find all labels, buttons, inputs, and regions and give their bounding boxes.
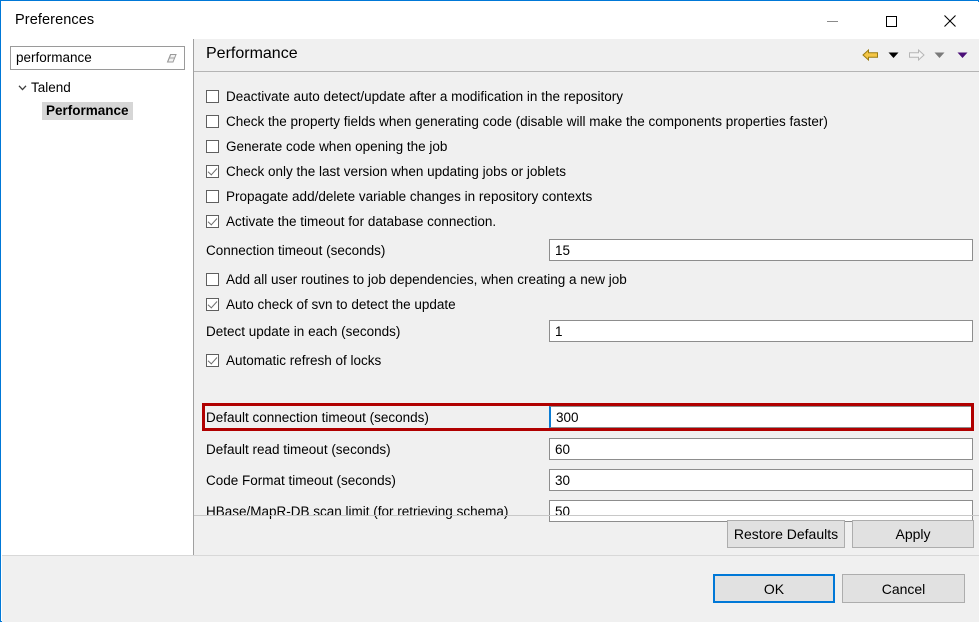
filter-search-box[interactable]: performance <box>10 46 185 70</box>
window-title: Preferences <box>15 12 94 28</box>
tree-item-talend[interactable]: Talend <box>14 77 71 98</box>
checkbox-check-property-fields[interactable] <box>206 115 219 128</box>
checkbox-add-user-routines[interactable] <box>206 273 219 286</box>
options-list: Deactivate auto detect/update after a mo… <box>194 72 979 522</box>
minimize-button[interactable] <box>809 3 855 39</box>
hbase-scan-limit-input[interactable]: 50 <box>549 500 973 522</box>
checkbox-label: Propagate add/delete variable changes in… <box>226 189 592 204</box>
checkbox-row[interactable]: Auto check of svn to detect the update <box>194 293 979 316</box>
field-row-connection-timeout[interactable]: Connection timeout (seconds) 15 <box>194 239 979 262</box>
preference-tree[interactable]: Talend Performance <box>10 77 186 554</box>
field-label: HBase/MapR-DB scan limit (for retrieving… <box>206 504 508 519</box>
forward-dropdown-chevron-down-icon[interactable] <box>929 45 950 65</box>
checkbox-propagate-variable-changes[interactable] <box>206 190 219 203</box>
checkbox-label: Add all user routines to job dependencie… <box>226 272 627 287</box>
close-icon <box>944 15 956 27</box>
tree-item-performance[interactable]: Performance <box>42 100 133 121</box>
checkbox-check-only-last-version[interactable] <box>206 165 219 178</box>
title-bar: Preferences <box>2 2 979 39</box>
eraser-icon[interactable] <box>164 51 179 66</box>
checkbox-label: Automatic refresh of locks <box>226 353 381 368</box>
checkbox-label: Check only the last version when updatin… <box>226 164 566 179</box>
restore-defaults-button[interactable]: Restore Defaults <box>727 520 845 548</box>
content-header: Performance <box>194 39 979 71</box>
field-label: Detect update in each (seconds) <box>206 324 400 339</box>
checkbox-row[interactable]: Generate code when opening the job <box>194 135 979 158</box>
detect-update-interval-input[interactable]: 1 <box>549 320 973 342</box>
checkbox-label: Activate the timeout for database connec… <box>226 214 496 229</box>
preferences-window: Preferences performance <box>0 0 979 622</box>
navigation-toolbar <box>860 45 973 65</box>
back-dropdown-chevron-down-icon[interactable] <box>883 45 904 65</box>
field-row-default-read-timeout[interactable]: Default read timeout (seconds) 60 <box>194 438 979 461</box>
checkbox-row[interactable]: Check the property fields when generatin… <box>194 110 979 133</box>
checkbox-deactivate-auto-detect[interactable] <box>206 90 219 103</box>
close-button[interactable] <box>927 3 973 39</box>
checkbox-row[interactable]: Automatic refresh of locks <box>194 349 979 372</box>
checkbox-label: Deactivate auto detect/update after a mo… <box>226 89 623 104</box>
checkbox-label: Generate code when opening the job <box>226 139 447 154</box>
ok-button[interactable]: OK <box>713 574 835 603</box>
checkbox-row[interactable]: Add all user routines to job dependencie… <box>194 268 979 291</box>
footer-divider <box>2 555 979 556</box>
apply-button[interactable]: Apply <box>852 520 974 548</box>
maximize-icon <box>886 16 897 27</box>
default-connection-timeout-input[interactable]: 300 <box>549 406 973 428</box>
performance-settings-panel: Performance <box>194 39 979 555</box>
checkbox-label: Check the property fields when generatin… <box>226 114 828 129</box>
checkbox-row[interactable]: Check only the last version when updatin… <box>194 160 979 183</box>
tree-item-label: Talend <box>31 80 71 95</box>
content-separator <box>194 515 979 516</box>
checkbox-automatic-refresh-locks[interactable] <box>206 354 219 367</box>
view-menu-chevron-down-icon[interactable] <box>952 45 973 65</box>
checkbox-auto-check-svn[interactable] <box>206 298 219 311</box>
chevron-down-icon[interactable] <box>14 82 31 93</box>
checkbox-label: Auto check of svn to detect the update <box>226 297 456 312</box>
checkbox-row[interactable]: Propagate add/delete variable changes in… <box>194 185 979 208</box>
search-input[interactable]: performance <box>16 50 92 65</box>
forward-arrow-icon <box>906 45 927 65</box>
code-format-timeout-input[interactable]: 30 <box>549 469 973 491</box>
connection-timeout-input[interactable]: 15 <box>549 239 973 261</box>
checkbox-row[interactable]: Deactivate auto detect/update after a mo… <box>194 85 979 108</box>
checkbox-row[interactable]: Activate the timeout for database connec… <box>194 210 979 233</box>
field-label: Default read timeout (seconds) <box>206 442 391 457</box>
field-row-default-connection-timeout[interactable]: Default connection timeout (seconds) 300 <box>194 406 979 429</box>
page-title: Performance <box>206 45 298 63</box>
dialog-footer: OK Cancel <box>2 555 979 622</box>
maximize-button[interactable] <box>868 3 914 39</box>
tree-item-label: Performance <box>42 102 133 120</box>
field-row-code-format-timeout[interactable]: Code Format timeout (seconds) 30 <box>194 469 979 492</box>
cancel-button[interactable]: Cancel <box>842 574 965 603</box>
field-row-detect-update[interactable]: Detect update in each (seconds) 1 <box>194 320 979 343</box>
default-read-timeout-input[interactable]: 60 <box>549 438 973 460</box>
minimize-icon <box>827 16 838 27</box>
checkbox-activate-db-timeout[interactable] <box>206 215 219 228</box>
checkbox-generate-code-on-open[interactable] <box>206 140 219 153</box>
field-label: Code Format timeout (seconds) <box>206 473 396 488</box>
field-label: Default connection timeout (seconds) <box>206 410 429 425</box>
field-label: Connection timeout (seconds) <box>206 243 385 258</box>
back-arrow-icon[interactable] <box>860 45 881 65</box>
